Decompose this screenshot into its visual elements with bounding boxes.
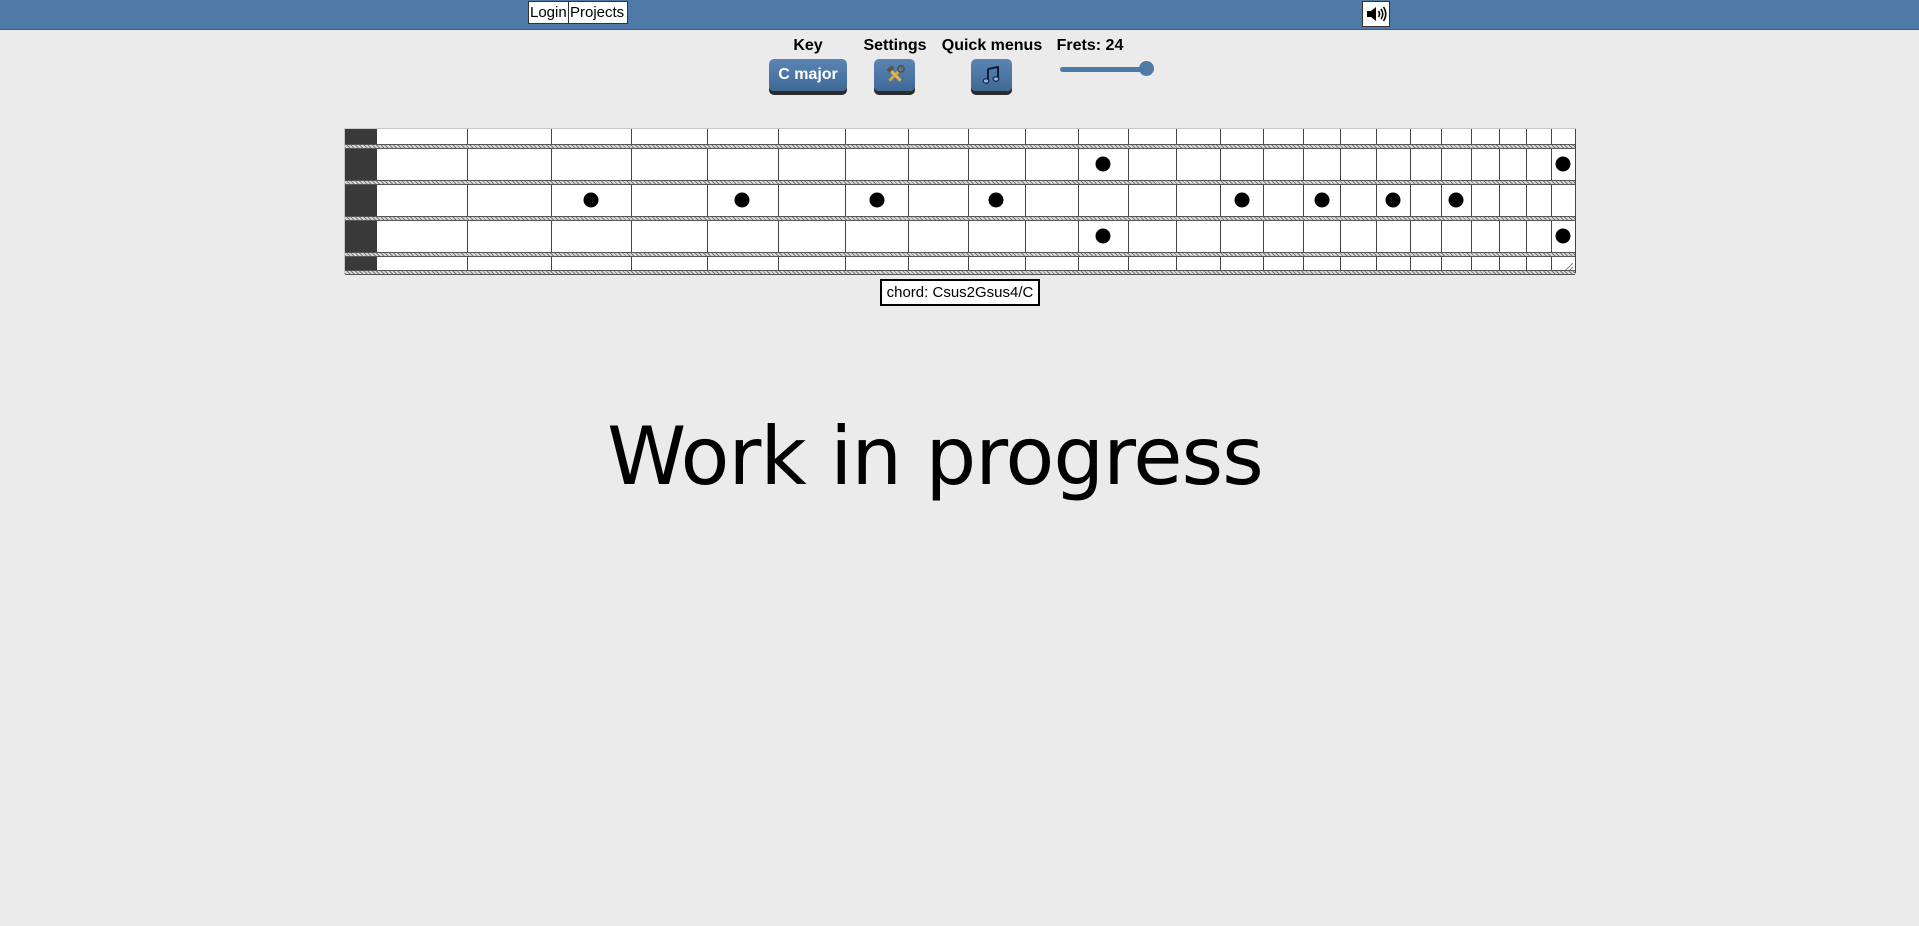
note-marker[interactable]	[734, 192, 750, 208]
note-marker[interactable]	[1555, 156, 1571, 172]
note-marker[interactable]	[1234, 192, 1250, 208]
frets-slider-track[interactable]	[1060, 67, 1146, 72]
settings-button[interactable]	[874, 59, 915, 91]
string-line	[345, 251, 1575, 257]
note-marker[interactable]	[1095, 228, 1111, 244]
frets-label: Frets: 24	[1056, 37, 1124, 54]
fretboard[interactable]	[344, 128, 1576, 275]
note-marker[interactable]	[583, 192, 599, 208]
note-marker[interactable]	[1095, 156, 1111, 172]
string-line	[345, 179, 1575, 185]
hammer-wrench-icon	[886, 65, 905, 82]
string-line	[345, 215, 1575, 221]
key-select-button[interactable]: C major	[769, 59, 847, 91]
fret-line	[1575, 129, 1576, 273]
page-heading: Work in progress	[607, 410, 1264, 503]
note-marker[interactable]	[1385, 192, 1401, 208]
speaker-volume-icon	[1367, 6, 1387, 22]
note-marker[interactable]	[869, 192, 885, 208]
string-line	[345, 143, 1575, 149]
chord-display: chord: Csus2Gsus4/C	[880, 279, 1040, 306]
note-marker[interactable]	[1448, 192, 1464, 208]
string-line	[345, 269, 1575, 275]
settings-label: Settings	[863, 37, 927, 54]
frets-slider-thumb[interactable]	[1139, 61, 1154, 76]
projects-button[interactable]: Projects	[568, 1, 628, 24]
quick-menus-button[interactable]	[971, 59, 1012, 91]
music-note-icon	[982, 65, 999, 84]
note-marker[interactable]	[1314, 192, 1330, 208]
note-marker[interactable]	[988, 192, 1004, 208]
top-bar: Login Projects	[0, 0, 1919, 30]
login-button[interactable]: Login	[528, 1, 569, 24]
quick-menus-label: Quick menus	[941, 37, 1043, 54]
key-label: Key	[793, 37, 823, 54]
sound-toggle-button[interactable]	[1362, 1, 1390, 27]
note-marker[interactable]	[1555, 228, 1571, 244]
